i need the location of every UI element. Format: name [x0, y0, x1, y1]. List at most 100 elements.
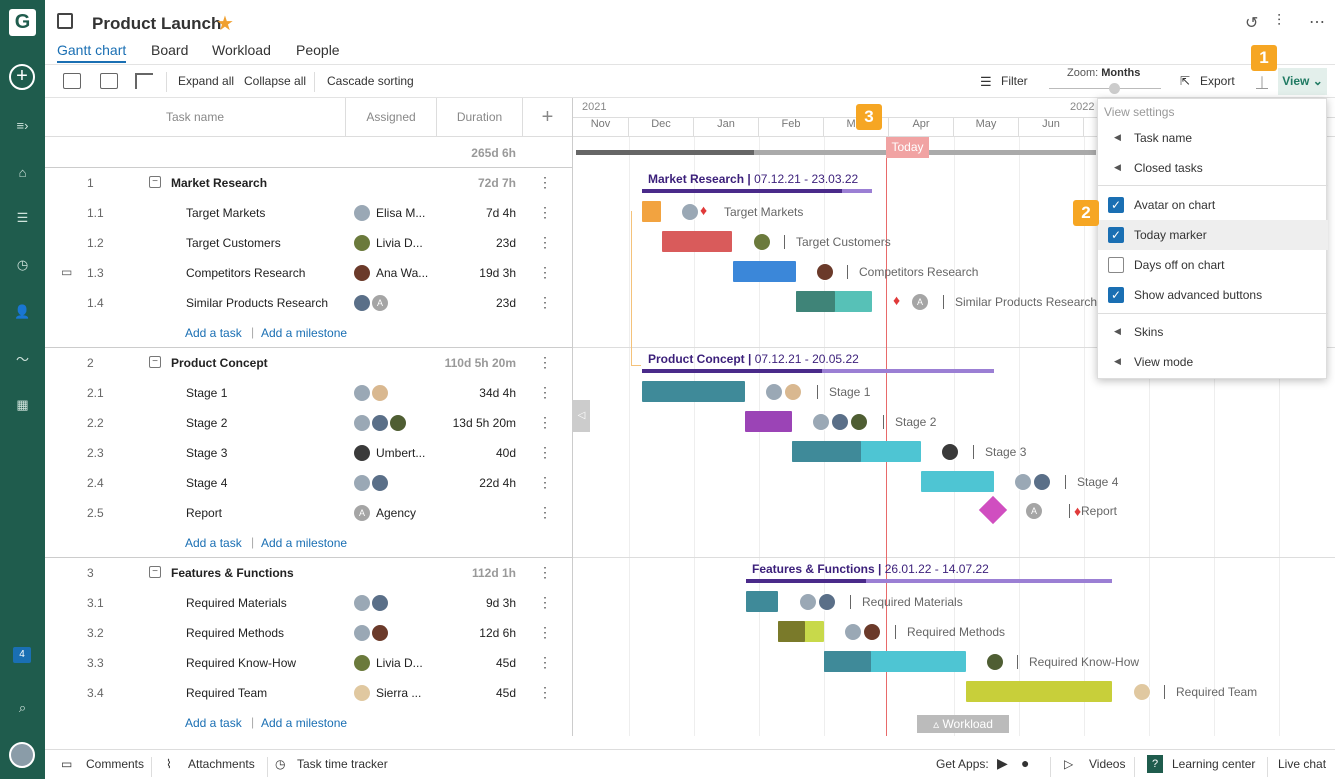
add-task-link[interactable]: Add a task — [185, 326, 242, 340]
table-row[interactable]: 2.1 Stage 1 34d 4h ⋮ — [45, 378, 572, 408]
task-bar[interactable] — [746, 591, 778, 612]
row-menu-icon[interactable]: ⋮ — [538, 264, 552, 281]
task-bar[interactable] — [966, 681, 1112, 702]
row-menu-icon[interactable]: ⋮ — [538, 684, 552, 701]
column-assigned[interactable]: Assigned — [346, 98, 437, 137]
attachments-button[interactable]: Attachments — [188, 757, 255, 771]
zoom-slider-handle[interactable] — [1109, 83, 1120, 94]
export-icon[interactable]: ⇱ — [1180, 74, 1190, 88]
column-duration[interactable]: Duration — [437, 98, 523, 137]
settings-sliders-icon[interactable]: ⫶ — [1277, 13, 1281, 31]
attachments-icon[interactable]: ⌇ — [166, 757, 172, 771]
column-task-name[interactable]: Task name — [45, 98, 346, 137]
row-menu-icon[interactable]: ⋮ — [538, 624, 552, 641]
apps-icon[interactable]: ▦ — [0, 390, 45, 420]
time-tracker-button[interactable]: Task time tracker — [297, 757, 388, 771]
checkbox-checked-icon[interactable]: ✓ — [1108, 197, 1124, 213]
notification-badge[interactable]: 4 — [13, 647, 31, 663]
comments-icon[interactable]: ▭ — [61, 757, 72, 771]
row-menu-icon[interactable]: ⋮ — [538, 504, 552, 521]
favorite-star-icon[interactable]: ★ — [216, 11, 234, 36]
menu-item-closed-tasks[interactable]: ◀ Closed tasks — [1098, 153, 1328, 183]
add-column-icon[interactable]: + — [523, 98, 572, 137]
row-menu-icon[interactable]: ⋮ — [538, 474, 552, 491]
baseline-icon[interactable]: ⏊ — [1256, 74, 1268, 91]
tab-workload[interactable]: Workload — [212, 42, 271, 58]
task-bar[interactable] — [662, 231, 732, 252]
help-icon[interactable]: ? — [1147, 755, 1163, 773]
export-button[interactable]: Export — [1200, 74, 1235, 88]
row-menu-icon[interactable]: ⋮ — [538, 384, 552, 401]
table-row[interactable]: 2.4 Stage 4 22d 4h ⋮ — [45, 468, 572, 498]
tab-people[interactable]: People — [296, 42, 340, 58]
menu-item-view-mode[interactable]: ◀ View mode — [1098, 347, 1328, 377]
row-menu-icon[interactable]: ⋮ — [538, 294, 552, 311]
videos-icon[interactable]: ▷ — [1064, 757, 1073, 771]
add-milestone-link[interactable]: Add a milestone — [261, 536, 347, 550]
view-button[interactable]: View ⌄ — [1278, 68, 1327, 95]
task-bar[interactable] — [745, 411, 792, 432]
checkbox-checked-icon[interactable]: ✓ — [1108, 227, 1124, 243]
live-chat-button[interactable]: Live chat — [1278, 757, 1326, 771]
learning-center-button[interactable]: Learning center — [1172, 757, 1255, 771]
row-menu-icon[interactable]: ⋮ — [538, 564, 552, 581]
table-row[interactable]: 2 − Product Concept 110d 5h 20m ⋮ — [45, 348, 572, 378]
search-icon[interactable]: ⌕ — [0, 693, 45, 723]
add-task-link[interactable]: Add a task — [185, 536, 242, 550]
add-task-link[interactable]: Add a task — [185, 716, 242, 730]
table-row[interactable]: 3.4 Required Team Sierra ... 45d ⋮ — [45, 678, 572, 708]
collapse-toggle-icon[interactable]: − — [149, 566, 161, 578]
zoom-slider[interactable] — [1049, 88, 1161, 89]
app-logo[interactable]: G — [9, 9, 36, 36]
row-menu-icon[interactable]: ⋮ — [538, 444, 552, 461]
collapse-menu-icon[interactable]: ≡› — [0, 110, 45, 140]
table-row[interactable]: 3.3 Required Know-How Livia D... 45d ⋮ — [45, 648, 572, 678]
menu-item-task-name[interactable]: ◀ Task name — [1098, 123, 1328, 153]
menu-item-advanced-buttons[interactable]: ✓ Show advanced buttons — [1098, 280, 1328, 310]
user-avatar[interactable] — [9, 742, 35, 768]
add-milestone-link[interactable]: Add a milestone — [261, 326, 347, 340]
reports-icon[interactable]: 〜 — [0, 343, 45, 373]
task-bar[interactable] — [921, 471, 994, 492]
google-play-icon[interactable]: ▶ — [997, 755, 1008, 772]
milestone-diamond[interactable] — [978, 495, 1008, 525]
home-icon[interactable]: ⌂ — [0, 157, 45, 187]
row-menu-icon[interactable]: ⋮ — [538, 204, 552, 221]
row-menu-icon[interactable]: ⋮ — [538, 354, 552, 371]
row-menu-icon[interactable]: ⋮ — [538, 594, 552, 611]
more-options-icon[interactable]: ⋯ — [1309, 12, 1325, 32]
table-row[interactable]: 1.2 Target Customers Livia D... 23d ⋮ — [45, 228, 572, 258]
hierarchy-icon[interactable] — [135, 73, 153, 89]
filter-button[interactable]: Filter — [1001, 74, 1028, 88]
menu-item-today-marker[interactable]: ✓ Today marker — [1098, 220, 1328, 250]
table-row[interactable]: 3.2 Required Methods 12d 6h ⋮ — [45, 618, 572, 648]
collapse-all-button[interactable]: Collapse all — [244, 74, 306, 88]
table-row[interactable]: 1 − Market Research 72d 7h ⋮ — [45, 168, 572, 198]
expand-all-button[interactable]: Expand all — [178, 74, 234, 88]
projects-list-icon[interactable]: ☰ — [0, 203, 45, 233]
table-row[interactable]: 2.5 Report A Agency ⋮ — [45, 498, 572, 528]
add-milestone-link[interactable]: Add a milestone — [261, 716, 347, 730]
filter-icon[interactable]: ☰ — [980, 74, 992, 90]
add-project-icon[interactable]: + — [9, 64, 35, 90]
row-menu-icon[interactable]: ⋮ — [538, 654, 552, 671]
table-row[interactable]: ▭ 1.3 Competitors Research Ana Wa... 19d… — [45, 258, 572, 288]
timer-icon[interactable]: ◷ — [275, 757, 285, 771]
collapse-toggle-icon[interactable]: − — [149, 176, 161, 188]
table-row[interactable]: 3 − Features & Functions 112d 1h ⋮ — [45, 558, 572, 588]
board-icon[interactable] — [100, 73, 118, 89]
task-bar[interactable] — [733, 261, 796, 282]
checkbox-unchecked-icon[interactable] — [1108, 257, 1124, 273]
comment-icon[interactable]: ▭ — [61, 265, 72, 279]
task-list-icon[interactable] — [63, 73, 81, 89]
comments-button[interactable]: Comments — [86, 757, 144, 771]
history-icon[interactable]: ↺ — [1245, 13, 1258, 33]
row-menu-icon[interactable]: ⋮ — [538, 414, 552, 431]
table-row[interactable]: 1.4 Similar Products Research A 23d ⋮ — [45, 288, 572, 318]
checkbox-checked-icon[interactable]: ✓ — [1108, 287, 1124, 303]
collapse-grid-handle[interactable]: ◁ — [573, 400, 590, 432]
apple-icon[interactable]: ● — [1021, 755, 1029, 771]
row-menu-icon[interactable]: ⋮ — [538, 174, 552, 191]
people-icon[interactable]: 👤 — [0, 297, 45, 327]
table-row[interactable]: 2.3 Stage 3 Umbert... 40d ⋮ — [45, 438, 572, 468]
